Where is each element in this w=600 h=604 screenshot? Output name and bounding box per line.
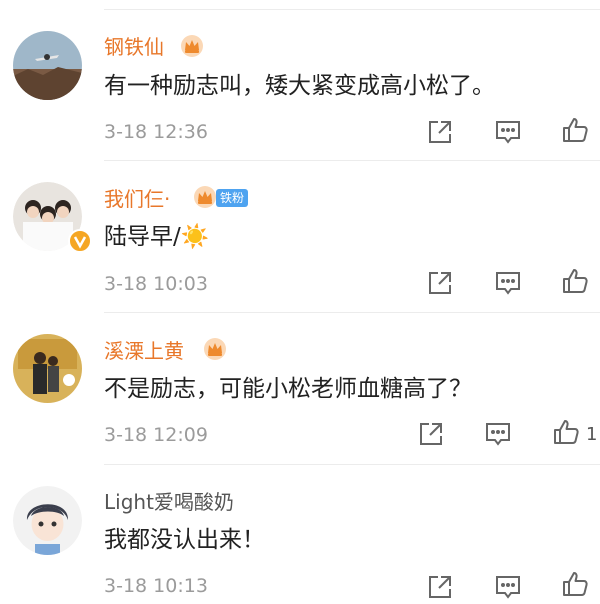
timestamp: 3-18 10:13 xyxy=(104,575,208,597)
username[interactable]: Light爱喝酸奶 xyxy=(104,489,234,515)
comment-text: 不是励志，可能小松老师血糖高了？ xyxy=(104,376,472,402)
username[interactable]: 我们仨· xyxy=(104,186,170,212)
fan-badge: 铁粉 xyxy=(216,189,249,207)
avatar[interactable] xyxy=(13,334,82,403)
thumbs-up-icon[interactable] xyxy=(561,267,589,299)
crown-icon xyxy=(180,34,204,62)
crown-icon xyxy=(203,337,227,365)
like-count: 1 xyxy=(586,424,598,445)
comment-icon[interactable] xyxy=(495,574,521,604)
timestamp: 3-18 10:03 xyxy=(104,273,208,295)
comment-item: 溪溧上黄 不是励志，可能小松老师血糖高了？ 3-18 12:09 1 xyxy=(0,312,600,464)
verified-badge-icon xyxy=(68,229,92,253)
thumbs-up-icon[interactable] xyxy=(552,418,580,450)
share-icon[interactable] xyxy=(427,119,453,149)
comment-item: 我们仨· 铁粉 陆导早/☀️ 3-18 10:03 xyxy=(0,160,600,312)
comment-icon[interactable] xyxy=(485,421,511,451)
timestamp: 3-18 12:36 xyxy=(104,121,208,143)
avatar[interactable] xyxy=(13,486,82,555)
comment-text: 陆导早/☀️ xyxy=(104,224,210,250)
comment-icon[interactable] xyxy=(495,270,521,300)
username[interactable]: 钢铁仙 xyxy=(104,34,164,60)
comment-item: 钢铁仙 有一种励志叫，矮大紧变成高小松了。 3-18 12:36 xyxy=(0,0,600,160)
username[interactable]: 溪溧上黄 xyxy=(104,338,184,364)
comment-icon[interactable] xyxy=(495,119,521,149)
comment-text: 我都没认出来！ xyxy=(104,527,265,553)
thumbs-up-icon[interactable] xyxy=(561,570,589,602)
avatar[interactable] xyxy=(13,182,92,253)
timestamp: 3-18 12:09 xyxy=(104,424,208,446)
comment-text: 有一种励志叫，矮大紧变成高小松了。 xyxy=(104,73,495,99)
share-icon[interactable] xyxy=(418,421,444,451)
share-icon[interactable] xyxy=(427,270,453,300)
comment-item: Light爱喝酸奶 我都没认出来！ 3-18 10:13 xyxy=(0,464,600,599)
avatar[interactable] xyxy=(13,31,82,100)
thumbs-up-icon[interactable] xyxy=(561,116,589,148)
crown-icon xyxy=(193,185,217,213)
share-icon[interactable] xyxy=(427,574,453,604)
